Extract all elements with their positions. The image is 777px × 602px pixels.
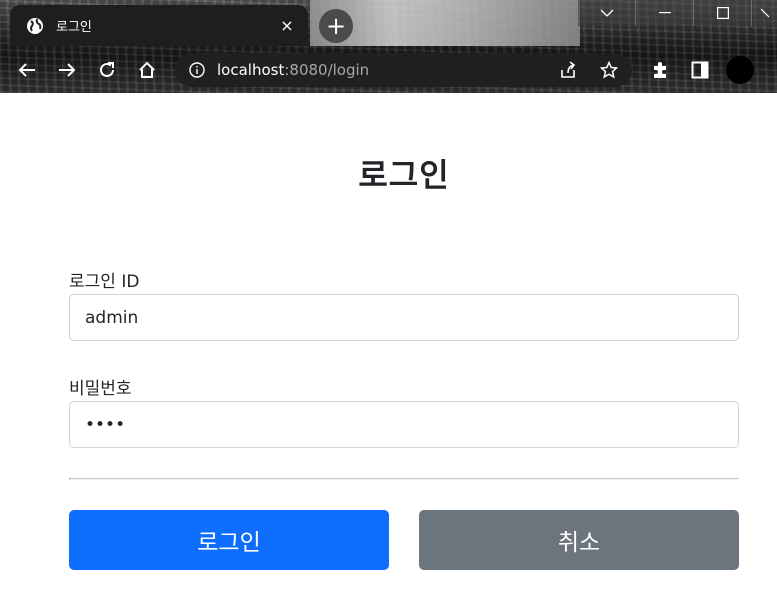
bookmark-button[interactable] <box>600 53 618 87</box>
url-path: :8080/login <box>284 61 370 79</box>
globe-icon <box>27 17 43 34</box>
tab-title: 로그인 <box>56 20 92 35</box>
form-divider <box>69 478 739 480</box>
chevron-down-icon <box>600 9 613 17</box>
share-icon <box>561 61 576 78</box>
extensions-button[interactable] <box>645 46 675 93</box>
url-host: localhost <box>217 61 285 79</box>
new-tab-button[interactable]: + <box>319 9 353 43</box>
minimize-button[interactable] <box>635 0 693 26</box>
window-controls <box>577 0 777 26</box>
share-button[interactable] <box>559 53 577 87</box>
address-bar[interactable]: localhost:8080/login <box>175 53 632 87</box>
password-label: 비밀번호 <box>69 379 132 399</box>
side-panel-button[interactable] <box>685 46 715 93</box>
login-button[interactable]: 로그인 <box>69 510 389 570</box>
page-title: 로그인 <box>358 156 450 194</box>
browser-tab[interactable]: 로그인 × <box>10 5 308 46</box>
back-arrow-icon <box>18 62 35 77</box>
maximize-icon <box>716 7 729 19</box>
close-icon <box>760 8 769 18</box>
url-text: localhost:8080/login <box>217 61 369 79</box>
tab-search-button[interactable] <box>577 0 635 26</box>
plus-icon: + <box>325 12 347 40</box>
star-icon <box>600 61 618 79</box>
reload-icon <box>100 61 114 77</box>
info-icon[interactable] <box>189 62 205 78</box>
home-button[interactable] <box>132 46 162 93</box>
avatar[interactable] <box>726 56 754 84</box>
side-panel-icon <box>691 61 709 78</box>
maximize-button[interactable] <box>693 0 751 26</box>
minimize-icon <box>658 12 671 14</box>
browser-toolbar: localhost:8080/login <box>0 46 777 93</box>
password-input[interactable] <box>69 401 739 448</box>
cancel-button[interactable]: 취소 <box>419 510 739 570</box>
close-window-button[interactable] <box>751 0 777 26</box>
forward-button[interactable] <box>52 46 82 93</box>
extensions-icon <box>654 61 666 78</box>
forward-arrow-icon <box>59 62 76 77</box>
back-button[interactable] <box>12 46 42 93</box>
reload-button[interactable] <box>92 46 122 93</box>
tab-close-icon[interactable]: × <box>278 16 296 35</box>
home-icon <box>139 61 155 78</box>
browser-chrome: 로그인 × + localhost:8080/login <box>0 0 777 93</box>
login-id-input[interactable] <box>69 294 739 341</box>
login-id-label: 로그인 ID <box>69 272 140 292</box>
